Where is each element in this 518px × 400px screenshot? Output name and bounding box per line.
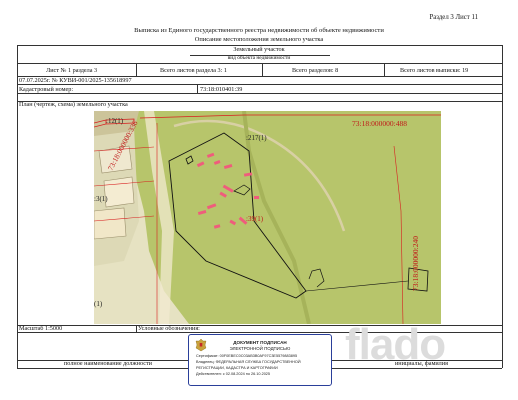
table-line [136, 63, 137, 76]
table-line [384, 63, 385, 76]
map-label-parcel: :3(1) [94, 195, 108, 203]
stamp-owner: Владелец: ФЕДЕРАЛЬНАЯ СЛУЖБА ГОСУДАРСТВЕ… [196, 360, 301, 364]
total-sections: Всего разделов: 8 [292, 67, 339, 74]
position-caption: полное наименование должности [64, 360, 152, 367]
table-line [197, 84, 198, 93]
total-sheets-section: Всего листов раздела 3: 1 [160, 67, 227, 74]
table-line [17, 93, 502, 94]
map-label-block: 73:18:000000:240 [411, 236, 420, 291]
plan-label: План (чертеж, схема) земельного участка [19, 100, 128, 108]
stamp-owner-cont: РЕГИСТРАЦИИ, КАДАСТРА И КАРТОГРАФИИ [196, 366, 278, 370]
table-line [17, 45, 18, 368]
table-line [17, 63, 502, 64]
map-label-parcel: :39(1) [246, 215, 264, 223]
object-name: Земельный участок [233, 46, 285, 53]
cadastral-map: :12(1) 73:18:000000:336 73:18:000000:488… [94, 111, 441, 324]
stamp-validity: Действителен: с 02.08.2024 по 26.10.2025 [196, 372, 271, 376]
section-sheet-label: Раздел 3 Лист 11 [429, 14, 478, 21]
map-label-block: 73:18:000000:488 [352, 119, 407, 128]
table-line [262, 63, 263, 76]
document-subtitle: Описание местоположения земельного участ… [194, 36, 324, 43]
cadastral-number: 73:18:010401:39 [200, 86, 243, 93]
stamp-certificate: Сертификат: 00F0EBEC0C03AB3B0AF97C3E5579… [196, 354, 298, 358]
map-label-parcel: :217(1) [246, 134, 267, 142]
watermark-logo: flado [345, 320, 446, 369]
legend-label: Условные обозначения: [138, 324, 200, 332]
land-lot [103, 176, 135, 208]
object-caption: вид объекта недвижимости [227, 55, 291, 61]
farmland-area [134, 111, 441, 324]
land-lot [94, 207, 127, 240]
cadastral-label: Кадастровый номер: [19, 86, 74, 93]
map-scale: Масштаб 1:5000 [19, 324, 63, 332]
building [254, 196, 259, 199]
table-line [502, 45, 503, 368]
electronic-signature-stamp: ДОКУМЕНТ ПОДПИСАН ЭЛЕКТРОННОЙ ПОДПИСЬЮ С… [188, 334, 332, 386]
map-drawing: :12(1) 73:18:000000:336 73:18:000000:488… [94, 111, 441, 324]
stamp-title: ДОКУМЕНТ ПОДПИСАН [233, 340, 287, 345]
table-line [136, 325, 137, 332]
document-title: Выписка из Единого государственного реес… [134, 27, 384, 34]
document-reference: 07.07.2025г. № КУВИ-001/2025-135618997 [19, 77, 132, 84]
stamp-subtitle: ЭЛЕКТРОННОЙ ПОДПИСЬЮ [229, 346, 291, 351]
map-label-parcel: :12(1) [106, 117, 124, 125]
total-sheets: Всего листов выписки: 19 [400, 67, 469, 74]
sheet-number: Лист № 1 раздела 3 [46, 67, 98, 74]
map-label-parcel: (1) [94, 300, 103, 308]
